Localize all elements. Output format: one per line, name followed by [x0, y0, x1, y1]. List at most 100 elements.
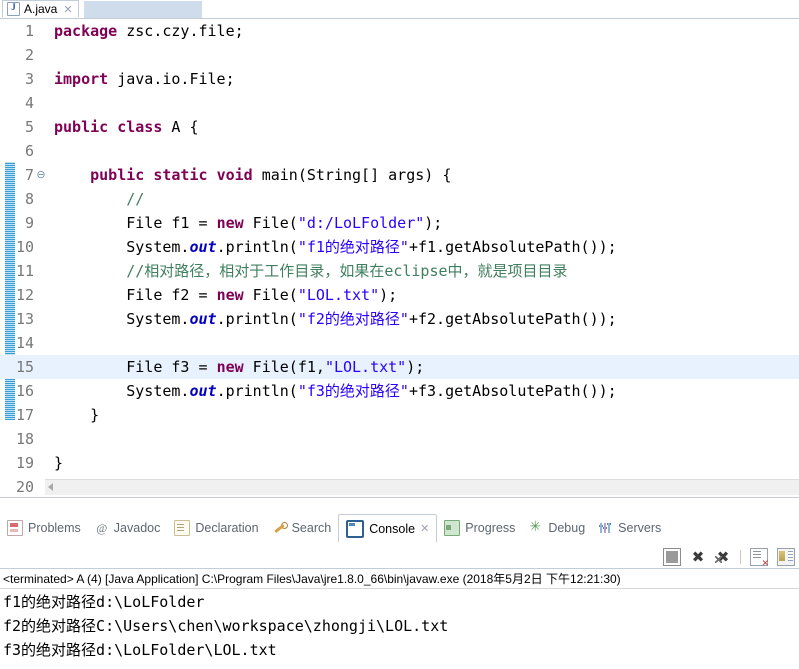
- remove-launch-icon[interactable]: ✖: [690, 549, 706, 565]
- code-line[interactable]: 3 import java.io.File;: [0, 67, 799, 91]
- code-line[interactable]: 13 System.out.println("f2的绝对路径"+f2.getAb…: [0, 307, 799, 331]
- panel-tab-console[interactable]: Console ✕: [338, 514, 438, 542]
- code-line[interactable]: 14: [0, 331, 799, 355]
- code-line[interactable]: 12 File f2 = new File("LOL.txt");: [0, 283, 799, 307]
- line-number: 4: [24, 94, 34, 112]
- line-number: 11: [15, 262, 34, 280]
- servers-icon: [599, 521, 613, 535]
- line-number: 2: [24, 46, 34, 64]
- panel-tab-problems[interactable]: Problems: [0, 514, 88, 542]
- javadoc-icon: @: [96, 521, 108, 535]
- clear-console-icon[interactable]: [750, 548, 769, 569]
- code-line[interactable]: 2: [0, 43, 799, 67]
- editor-tab-label: A.java: [24, 2, 58, 16]
- panel-tab-servers[interactable]: Servers: [592, 514, 668, 542]
- line-number: 9: [24, 214, 34, 232]
- line-number: 5: [24, 118, 34, 136]
- terminate-icon[interactable]: [663, 548, 681, 566]
- editor-tabbar-filler: [84, 1, 202, 18]
- eclipse-window: A.java ✕ 1 package zsc.czy.file; 2 3 import …: [0, 0, 799, 669]
- code-line[interactable]: 18: [0, 427, 799, 451]
- close-icon[interactable]: ✕: [63, 4, 72, 15]
- code-text: File f2 = new File("LOL.txt");: [54, 286, 398, 304]
- line-number: 17: [15, 406, 34, 424]
- editor-tab-a-java[interactable]: A.java ✕: [2, 0, 79, 17]
- panel-tab-javadoc[interactable]: @ Javadoc: [88, 514, 168, 542]
- remove-all-terminated-icon[interactable]: ✖: [715, 549, 731, 565]
- panel-tab-label: Problems: [28, 521, 81, 535]
- code-line[interactable]: 19}: [0, 451, 799, 475]
- bottom-view-panel: Problems @ Javadoc Declaration Search Console…: [0, 500, 799, 669]
- line-number: 7: [24, 166, 34, 184]
- panel-tab-debug[interactable]: Debug: [522, 514, 592, 542]
- panel-tab-bar[interactable]: Problems @ Javadoc Declaration Search Console…: [0, 514, 799, 542]
- toolbar-separator: [740, 550, 741, 564]
- panel-tab-label: Javadoc: [113, 521, 161, 535]
- code-line[interactable]: 4: [0, 91, 799, 115]
- panel-tab-label: Search: [291, 521, 332, 535]
- fold-collapse-icon[interactable]: ⊖: [34, 163, 48, 187]
- code-line[interactable]: 10 System.out.println("f1的绝对路径"+f1.getAb…: [0, 235, 799, 259]
- close-icon[interactable]: ✕: [420, 522, 429, 535]
- search-icon: [273, 521, 288, 535]
- code-line[interactable]: 7 ⊖ public static void main(String[] args…: [0, 163, 799, 187]
- code-line[interactable]: 9 File f1 = new File("d:/LoLFolder");: [0, 211, 799, 235]
- problems-icon: [7, 520, 23, 536]
- declaration-icon: [174, 520, 191, 536]
- line-number: 12: [15, 286, 34, 304]
- line-number: 3: [24, 70, 34, 88]
- console-output-line: f3的绝对路径d:\LoLFolder\LOL.txt: [3, 641, 277, 659]
- code-text: //相对路径，相对于工作目录，如果在eclipse中，就是项目目录: [126, 262, 568, 280]
- console-process-header: <terminated> A (4) [Java Application] C:…: [3, 572, 621, 586]
- code-text: package zsc.czy.file;: [54, 22, 244, 40]
- code-text: File f3 = new File(f1,"LOL.txt");: [54, 358, 425, 376]
- console-output[interactable]: f1的绝对路径d:\LoLFolder f2的绝对路径C:\Users\chen\…: [3, 590, 796, 662]
- console-toolbar[interactable]: ✖ ✖: [663, 546, 795, 569]
- line-number: 18: [15, 430, 34, 448]
- code-text: public static void main(String[] args) {: [90, 166, 452, 184]
- code-text: public class A {: [54, 118, 199, 136]
- editor-bottom-border: [0, 497, 799, 498]
- panel-tab-label: Console: [369, 521, 416, 536]
- scroll-lock-icon[interactable]: [777, 548, 795, 566]
- panel-tab-label: Servers: [618, 521, 662, 535]
- line-number: 10: [15, 238, 34, 256]
- panel-tab-label: Debug: [548, 521, 586, 535]
- code-line[interactable]: 15 File f3 = new File(f1,"LOL.txt");: [0, 355, 799, 379]
- code-text: System.out.println("f2的绝对路径"+f2.getAbsol…: [54, 310, 617, 328]
- panel-separator: [0, 568, 799, 569]
- editor-tab-bar: A.java ✕: [0, 0, 799, 19]
- code-line[interactable]: 17 }: [0, 403, 799, 427]
- progress-icon: [444, 520, 461, 536]
- editor-horizontal-scrollbar[interactable]: [45, 479, 799, 495]
- panel-tab-label: Progress: [465, 521, 516, 535]
- scroll-left-arrow-icon[interactable]: [48, 483, 53, 491]
- line-number: 14: [15, 334, 34, 352]
- code-text: File f1 = new File("d:/LoLFolder");: [54, 214, 443, 232]
- code-editor[interactable]: 1 package zsc.czy.file; 2 3 import java.io.F…: [0, 19, 799, 498]
- code-text: }: [54, 454, 64, 472]
- panel-tab-declaration[interactable]: Declaration: [167, 514, 265, 542]
- code-text: import java.io.File;: [54, 70, 235, 88]
- code-line[interactable]: 8 //: [0, 187, 799, 211]
- code-lines[interactable]: 1 package zsc.czy.file; 2 3 import java.io.F…: [0, 19, 799, 498]
- code-text: System.out.println("f3的绝对路径"+f3.getAbsol…: [54, 382, 617, 400]
- code-line[interactable]: 6: [0, 139, 799, 163]
- code-line[interactable]: 5 public class A {: [0, 115, 799, 139]
- console-output-line: f2的绝对路径C:\Users\chen\workspace\zhongji\L…: [3, 617, 449, 635]
- line-number: 1: [24, 22, 34, 40]
- line-number: 16: [15, 382, 34, 400]
- panel-tab-search[interactable]: Search: [266, 514, 339, 542]
- line-number: 20: [15, 478, 34, 496]
- line-number: 19: [15, 454, 34, 472]
- console-icon: [346, 519, 365, 538]
- code-line[interactable]: 16 System.out.println("f3的绝对路径"+f3.getAb…: [0, 379, 799, 403]
- java-file-icon: [7, 2, 20, 16]
- line-number: 15: [15, 358, 34, 376]
- line-number: 6: [24, 142, 34, 160]
- code-line[interactable]: 11 //相对路径，相对于工作目录，如果在eclipse中，就是项目目录: [0, 259, 799, 283]
- debug-icon: [529, 518, 543, 535]
- code-text: //: [126, 190, 145, 208]
- panel-tab-progress[interactable]: Progress: [437, 514, 522, 542]
- code-line[interactable]: 1 package zsc.czy.file;: [0, 19, 799, 43]
